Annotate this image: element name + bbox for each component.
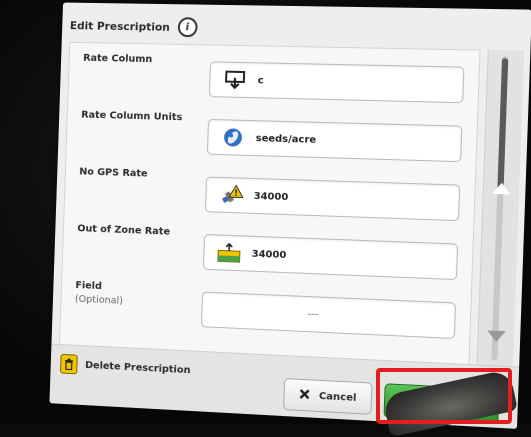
scroll-up-icon[interactable] — [492, 182, 512, 195]
rate-column-units-value: seeds/acre — [255, 132, 317, 146]
dialog-title: Edit Prescription — [69, 18, 171, 34]
field-boundary-icon — [216, 241, 242, 264]
close-icon — [299, 387, 312, 403]
delete-prescription-button[interactable]: Delete Prescription — [59, 351, 191, 383]
field-label: Field — [75, 280, 103, 293]
trash-icon — [59, 353, 78, 375]
highlight-box — [376, 368, 512, 424]
scroll-thumb[interactable] — [497, 58, 509, 192]
out-of-zone-rate-label: Out of Zone Rate — [77, 223, 171, 238]
rate-column-value: c — [257, 74, 264, 86]
seed-icon — [220, 126, 246, 149]
no-gps-rate-label: No GPS Rate — [79, 166, 148, 180]
scrollbar[interactable] — [476, 49, 525, 368]
cancel-label: Cancel — [318, 390, 357, 404]
rate-column-label: Rate Column — [82, 52, 153, 66]
gps-satellite-warning-icon — [218, 184, 244, 207]
info-icon[interactable]: i — [177, 17, 198, 38]
no-gps-rate-field[interactable]: 34000 — [204, 176, 461, 222]
field-optional-label: (Optional) — [74, 293, 124, 307]
cancel-button[interactable]: Cancel — [283, 378, 373, 415]
prescription-form: Rate Column c Rate Column Units seeds/ac… — [59, 41, 481, 366]
delete-prescription-label: Delete Prescription — [84, 359, 191, 376]
rate-column-row: Rate Column c — [68, 43, 479, 110]
out-of-zone-rate-field[interactable]: 34000 — [202, 233, 459, 281]
no-gps-rate-value: 34000 — [253, 190, 289, 203]
out-of-zone-rate-value: 34000 — [251, 248, 287, 261]
import-arrow-icon — [222, 69, 248, 91]
display-screen: Edit Prescription i Rate Column c Rate C… — [49, 2, 531, 429]
rate-column-field[interactable]: c — [208, 61, 465, 104]
rate-column-units-label: Rate Column Units — [81, 109, 183, 124]
field-value: --- — [307, 308, 319, 321]
field-selector[interactable]: --- — [200, 291, 457, 340]
scroll-down-icon[interactable] — [486, 330, 506, 343]
rate-column-units-field[interactable]: seeds/acre — [206, 118, 463, 163]
